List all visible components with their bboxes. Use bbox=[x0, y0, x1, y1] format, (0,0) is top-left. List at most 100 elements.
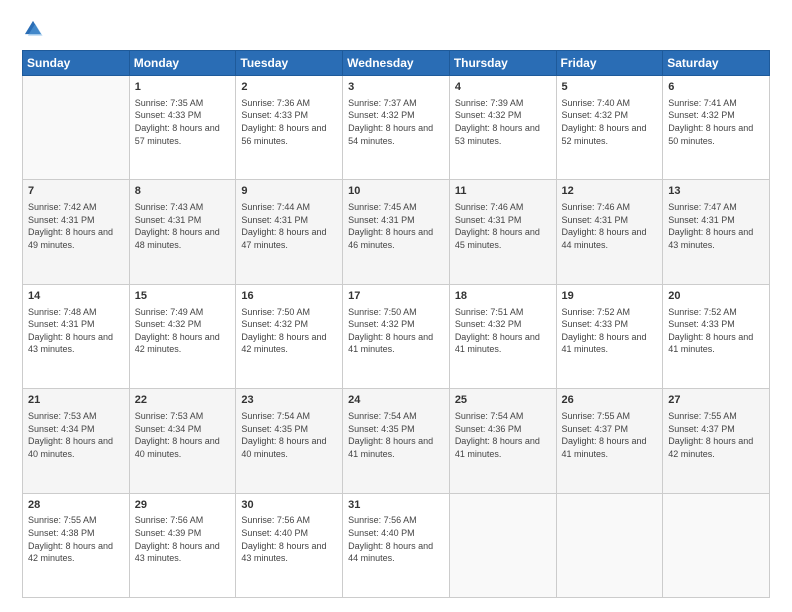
calendar-week-row: 7 Sunrise: 7:42 AMSunset: 4:31 PMDaylight… bbox=[23, 180, 770, 284]
calendar-cell: 15 Sunrise: 7:49 AMSunset: 4:32 PMDayligh… bbox=[129, 284, 236, 388]
calendar-cell: 4 Sunrise: 7:39 AMSunset: 4:32 PMDaylight… bbox=[449, 76, 556, 180]
weekday-header-thursday: Thursday bbox=[449, 51, 556, 76]
calendar-cell: 21 Sunrise: 7:53 AMSunset: 4:34 PMDayligh… bbox=[23, 389, 130, 493]
day-info: Sunrise: 7:50 AMSunset: 4:32 PMDaylight:… bbox=[241, 306, 337, 356]
calendar-cell: 11 Sunrise: 7:46 AMSunset: 4:31 PMDayligh… bbox=[449, 180, 556, 284]
day-info: Sunrise: 7:53 AMSunset: 4:34 PMDaylight:… bbox=[135, 410, 231, 460]
day-number: 13 bbox=[668, 184, 764, 199]
weekday-header-sunday: Sunday bbox=[23, 51, 130, 76]
day-info: Sunrise: 7:42 AMSunset: 4:31 PMDaylight:… bbox=[28, 201, 124, 251]
calendar-cell: 9 Sunrise: 7:44 AMSunset: 4:31 PMDaylight… bbox=[236, 180, 343, 284]
day-info: Sunrise: 7:54 AMSunset: 4:36 PMDaylight:… bbox=[455, 410, 551, 460]
calendar-cell: 18Sunrise: 7:51 AMSunset: 4:32 PMDayligh… bbox=[449, 284, 556, 388]
calendar-cell: 30Sunrise: 7:56 AMSunset: 4:40 PMDayligh… bbox=[236, 493, 343, 597]
day-number: 28 bbox=[28, 498, 124, 513]
day-info: Sunrise: 7:47 AMSunset: 4:31 PMDaylight:… bbox=[668, 201, 764, 251]
calendar-table: SundayMondayTuesdayWednesdayThursdayFrid… bbox=[22, 50, 770, 598]
day-info: Sunrise: 7:56 AMSunset: 4:40 PMDaylight:… bbox=[348, 514, 444, 564]
day-info: Sunrise: 7:49 AMSunset: 4:32 PMDaylight:… bbox=[135, 306, 231, 356]
day-info: Sunrise: 7:52 AMSunset: 4:33 PMDaylight:… bbox=[562, 306, 658, 356]
logo-icon bbox=[22, 18, 44, 40]
day-number: 4 bbox=[455, 80, 551, 95]
day-number: 12 bbox=[562, 184, 658, 199]
calendar-cell: 29Sunrise: 7:56 AMSunset: 4:39 PMDayligh… bbox=[129, 493, 236, 597]
day-number: 19 bbox=[562, 289, 658, 304]
weekday-header-wednesday: Wednesday bbox=[343, 51, 450, 76]
calendar-header-row: SundayMondayTuesdayWednesdayThursdayFrid… bbox=[23, 51, 770, 76]
day-number: 16 bbox=[241, 289, 337, 304]
day-info: Sunrise: 7:39 AMSunset: 4:32 PMDaylight:… bbox=[455, 97, 551, 147]
day-number: 23 bbox=[241, 393, 337, 408]
calendar-cell: 5 Sunrise: 7:40 AMSunset: 4:32 PMDaylight… bbox=[556, 76, 663, 180]
day-number: 1 bbox=[135, 80, 231, 95]
calendar-week-row: 28Sunrise: 7:55 AMSunset: 4:38 PMDayligh… bbox=[23, 493, 770, 597]
day-number: 3 bbox=[348, 80, 444, 95]
calendar-cell: 7 Sunrise: 7:42 AMSunset: 4:31 PMDaylight… bbox=[23, 180, 130, 284]
day-number: 6 bbox=[668, 80, 764, 95]
day-number: 10 bbox=[348, 184, 444, 199]
day-number: 22 bbox=[135, 393, 231, 408]
day-number: 8 bbox=[135, 184, 231, 199]
calendar-cell: 3 Sunrise: 7:37 AMSunset: 4:32 PMDaylight… bbox=[343, 76, 450, 180]
day-info: Sunrise: 7:46 AMSunset: 4:31 PMDaylight:… bbox=[562, 201, 658, 251]
calendar-cell: 8Sunrise: 7:43 AMSunset: 4:31 PMDaylight… bbox=[129, 180, 236, 284]
day-info: Sunrise: 7:54 AMSunset: 4:35 PMDaylight:… bbox=[348, 410, 444, 460]
day-number: 7 bbox=[28, 184, 124, 199]
day-number: 27 bbox=[668, 393, 764, 408]
day-info: Sunrise: 7:53 AMSunset: 4:34 PMDaylight:… bbox=[28, 410, 124, 460]
calendar-cell: 16 Sunrise: 7:50 AMSunset: 4:32 PMDayligh… bbox=[236, 284, 343, 388]
day-number: 2 bbox=[241, 80, 337, 95]
calendar-cell: 10Sunrise: 7:45 AMSunset: 4:31 PMDayligh… bbox=[343, 180, 450, 284]
calendar-cell: 6 Sunrise: 7:41 AMSunset: 4:32 PMDaylight… bbox=[663, 76, 770, 180]
day-info: Sunrise: 7:46 AMSunset: 4:31 PMDaylight:… bbox=[455, 201, 551, 251]
logo bbox=[22, 18, 48, 40]
day-number: 26 bbox=[562, 393, 658, 408]
day-number: 5 bbox=[562, 80, 658, 95]
calendar-cell: 31Sunrise: 7:56 AMSunset: 4:40 PMDayligh… bbox=[343, 493, 450, 597]
day-number: 25 bbox=[455, 393, 551, 408]
day-info: Sunrise: 7:37 AMSunset: 4:32 PMDaylight:… bbox=[348, 97, 444, 147]
page: SundayMondayTuesdayWednesdayThursdayFrid… bbox=[0, 0, 792, 612]
calendar-week-row: 14Sunrise: 7:48 AMSunset: 4:31 PMDayligh… bbox=[23, 284, 770, 388]
calendar-cell: 22 Sunrise: 7:53 AMSunset: 4:34 PMDayligh… bbox=[129, 389, 236, 493]
calendar-cell: 24Sunrise: 7:54 AMSunset: 4:35 PMDayligh… bbox=[343, 389, 450, 493]
day-info: Sunrise: 7:55 AMSunset: 4:38 PMDaylight:… bbox=[28, 514, 124, 564]
calendar-cell: 14Sunrise: 7:48 AMSunset: 4:31 PMDayligh… bbox=[23, 284, 130, 388]
day-info: Sunrise: 7:50 AMSunset: 4:32 PMDaylight:… bbox=[348, 306, 444, 356]
day-info: Sunrise: 7:56 AMSunset: 4:40 PMDaylight:… bbox=[241, 514, 337, 564]
header bbox=[22, 18, 770, 40]
day-info: Sunrise: 7:35 AMSunset: 4:33 PMDaylight:… bbox=[135, 97, 231, 147]
day-info: Sunrise: 7:56 AMSunset: 4:39 PMDaylight:… bbox=[135, 514, 231, 564]
day-info: Sunrise: 7:36 AMSunset: 4:33 PMDaylight:… bbox=[241, 97, 337, 147]
day-number: 9 bbox=[241, 184, 337, 199]
day-info: Sunrise: 7:51 AMSunset: 4:32 PMDaylight:… bbox=[455, 306, 551, 356]
day-number: 21 bbox=[28, 393, 124, 408]
calendar-cell: 28Sunrise: 7:55 AMSunset: 4:38 PMDayligh… bbox=[23, 493, 130, 597]
day-number: 29 bbox=[135, 498, 231, 513]
weekday-header-saturday: Saturday bbox=[663, 51, 770, 76]
calendar-week-row: 21 Sunrise: 7:53 AMSunset: 4:34 PMDayligh… bbox=[23, 389, 770, 493]
calendar-cell bbox=[23, 76, 130, 180]
day-number: 11 bbox=[455, 184, 551, 199]
day-info: Sunrise: 7:52 AMSunset: 4:33 PMDaylight:… bbox=[668, 306, 764, 356]
calendar-cell: 12 Sunrise: 7:46 AMSunset: 4:31 PMDayligh… bbox=[556, 180, 663, 284]
weekday-header-friday: Friday bbox=[556, 51, 663, 76]
day-info: Sunrise: 7:48 AMSunset: 4:31 PMDaylight:… bbox=[28, 306, 124, 356]
calendar-cell: 19 Sunrise: 7:52 AMSunset: 4:33 PMDayligh… bbox=[556, 284, 663, 388]
weekday-header-monday: Monday bbox=[129, 51, 236, 76]
calendar-cell: 20 Sunrise: 7:52 AMSunset: 4:33 PMDayligh… bbox=[663, 284, 770, 388]
calendar-cell bbox=[663, 493, 770, 597]
day-number: 20 bbox=[668, 289, 764, 304]
day-number: 17 bbox=[348, 289, 444, 304]
calendar-cell: 27 Sunrise: 7:55 AMSunset: 4:37 PMDayligh… bbox=[663, 389, 770, 493]
calendar-cell: 1 Sunrise: 7:35 AMSunset: 4:33 PMDaylight… bbox=[129, 76, 236, 180]
day-info: Sunrise: 7:41 AMSunset: 4:32 PMDaylight:… bbox=[668, 97, 764, 147]
calendar-cell: 2 Sunrise: 7:36 AMSunset: 4:33 PMDaylight… bbox=[236, 76, 343, 180]
day-info: Sunrise: 7:44 AMSunset: 4:31 PMDaylight:… bbox=[241, 201, 337, 251]
day-number: 15 bbox=[135, 289, 231, 304]
day-info: Sunrise: 7:55 AMSunset: 4:37 PMDaylight:… bbox=[668, 410, 764, 460]
day-number: 30 bbox=[241, 498, 337, 513]
day-info: Sunrise: 7:40 AMSunset: 4:32 PMDaylight:… bbox=[562, 97, 658, 147]
calendar-cell: 23Sunrise: 7:54 AMSunset: 4:35 PMDayligh… bbox=[236, 389, 343, 493]
calendar-cell: 26Sunrise: 7:55 AMSunset: 4:37 PMDayligh… bbox=[556, 389, 663, 493]
